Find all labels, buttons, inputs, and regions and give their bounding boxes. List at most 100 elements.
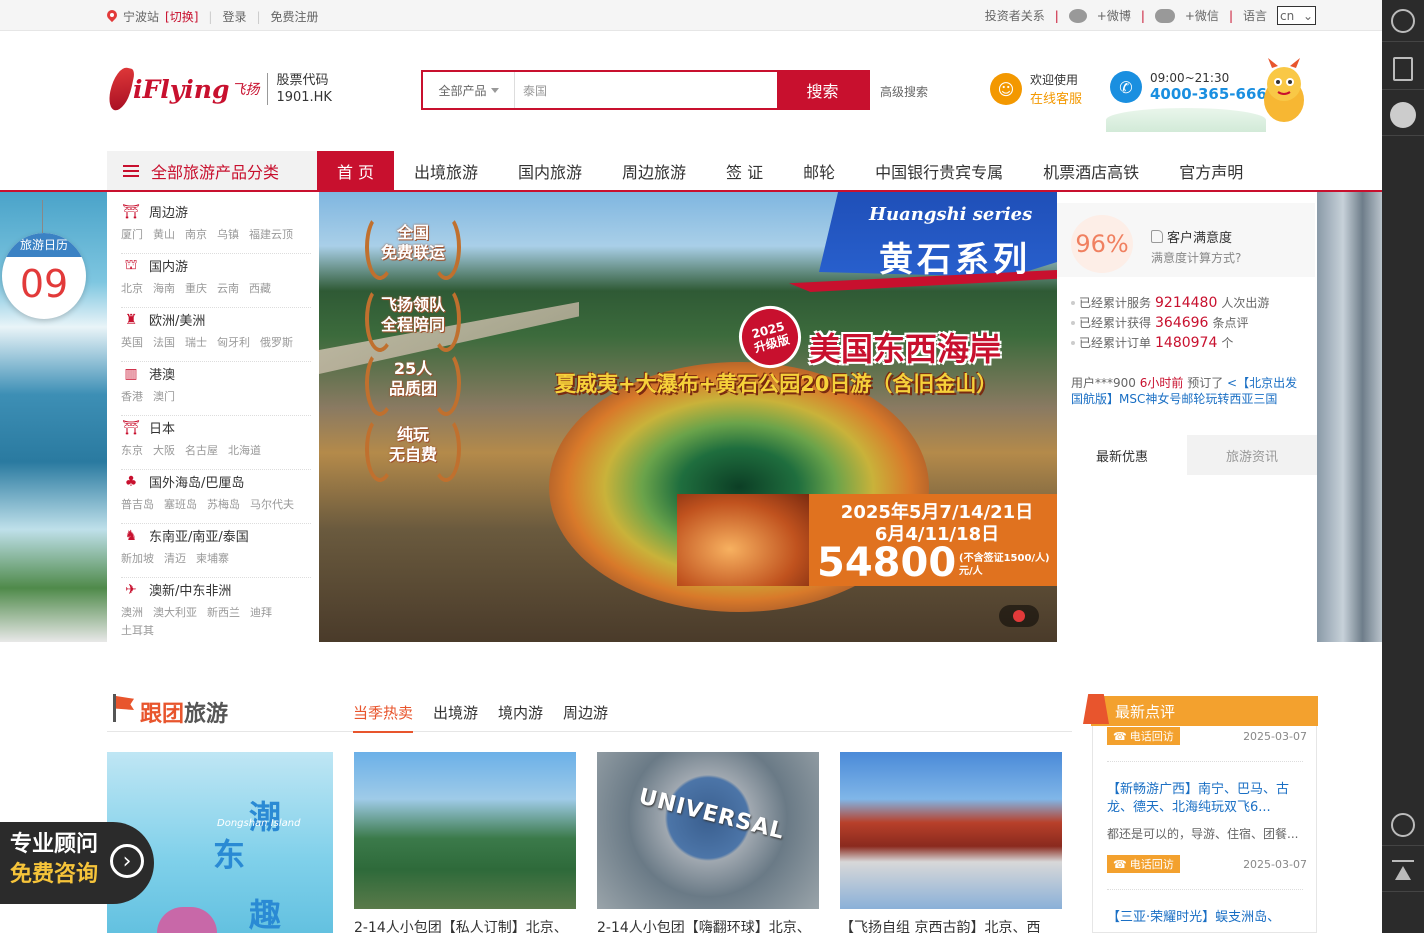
nav-visa[interactable]: 签 证 [706,151,783,190]
investor-link[interactable]: 投资者关系 [985,7,1045,24]
category-item[interactable]: ♞ 东南亚/南亚/泰国 新加坡 清迈 柬埔寨 [121,524,311,578]
category-link[interactable]: 澳大利亚 [153,604,197,620]
travel-calendar[interactable]: 旅游日历 09 [2,233,86,319]
language-label: 语言 [1242,9,1267,23]
category-link[interactable]: 新西兰 [207,604,240,620]
section-tabs: 当季热卖 出境游 境内游 周边游 [353,702,608,733]
login-link[interactable]: 登录 [222,8,246,25]
right-background-image [1317,192,1382,642]
category-item[interactable]: ♜ 欧洲/美洲 英国 法国 瑞士 匈牙利 俄罗斯 [121,308,311,362]
language-select[interactable]: cn ⌄ [1277,6,1316,25]
category-link[interactable]: 清迈 [164,550,186,566]
order-search-button[interactable] [1382,48,1424,90]
nav-domestic[interactable]: 国内旅游 [498,151,602,190]
category-link[interactable]: 马尔代夫 [250,496,294,512]
nav-nearby[interactable]: 周边旅游 [602,151,706,190]
category-link[interactable]: 新加坡 [121,550,154,566]
category-link[interactable]: 瑞士 [185,334,207,350]
tab-outbound[interactable]: 出境游 [433,702,478,733]
category-link[interactable]: 重庆 [185,280,207,296]
price-box: 2025年5月7/14/21日 6月4/11/18日 54800 (不含签证150… [677,494,1057,586]
category-link[interactable]: 苏梅岛 [207,496,240,512]
nav-flight-hotel[interactable]: 机票酒店高铁 [1023,151,1159,190]
stock-code-block: 股票代码 1901.HK [276,72,332,106]
review-body: 都还是可以的，导游、住宿、团餐... [1107,827,1299,841]
weibo-link[interactable]: +微博 [1097,7,1131,24]
category-link[interactable]: 澳洲 [121,604,143,620]
category-link[interactable]: 俄罗斯 [260,334,293,350]
tab-season-hot[interactable]: 当季热卖 [353,702,414,733]
nav-boc-vip[interactable]: 中国银行贵宾专属 [855,151,1023,190]
category-link[interactable]: 厦门 [121,226,143,242]
category-link[interactable]: 乌镇 [217,226,239,242]
user-center-button[interactable] [1382,0,1424,42]
category-item[interactable]: ▥ 港澳 香港 澳门 [121,362,311,416]
category-link[interactable]: 福建云顶 [249,226,293,242]
category-link[interactable]: 云南 [217,280,239,296]
product-image [840,752,1062,909]
category-link[interactable]: 迪拜 [250,604,272,620]
stock-label: 股票代码 [276,73,329,88]
nav-home[interactable]: 首 页 [317,151,394,190]
category-link[interactable]: 澳门 [153,388,175,404]
slider-indicator[interactable] [999,605,1039,627]
tab-domestic[interactable]: 境内游 [498,702,543,733]
search-button[interactable]: 搜索 [777,72,868,108]
category-link[interactable]: 海南 [153,280,175,296]
separator: | [256,9,261,24]
search-input[interactable]: 泰国 [515,72,777,108]
advanced-search-link[interactable]: 高级搜索 [880,83,928,100]
category-link[interactable]: 黄山 [153,226,175,242]
category-link[interactable]: 南京 [185,226,207,242]
category-link[interactable]: 大阪 [153,442,175,458]
category-item[interactable]: ⛩ 周边游 厦门 黄山 南京 乌镇 福建云顶 [121,200,311,254]
review-title-link[interactable]: 【三亚·荣耀时光】蜈支洲岛、 [1107,909,1307,927]
tab-travel-news[interactable]: 旅游资讯 [1187,435,1317,475]
nav-outbound[interactable]: 出境旅游 [394,151,498,190]
category-link[interactable]: 普吉岛 [121,496,154,512]
customer-service-button[interactable] [1382,94,1424,136]
category-link[interactable]: 东京 [121,442,143,458]
tiktok-button[interactable] [1382,804,1424,846]
category-link[interactable]: 匈牙利 [217,334,250,350]
category-link[interactable]: 北京 [121,280,143,296]
tab-latest-deals[interactable]: 最新优惠 [1057,435,1187,475]
kangaroo-icon: ✈ [125,581,137,598]
nav-cruise[interactable]: 邮轮 [783,151,855,190]
search-category-select[interactable]: 全部产品 [423,72,515,108]
category-link[interactable]: 北海道 [228,442,261,458]
category-item[interactable]: ⛩ 日本 东京 大阪 名古屋 北海道 [121,416,311,470]
category-item[interactable]: ♣ 国外海岛/巴厘岛 普吉岛 塞班岛 苏梅岛 马尔代夫 [121,470,311,524]
headset-icon: ☺ [990,73,1022,105]
category-link[interactable]: 塞班岛 [164,496,197,512]
back-to-top-button[interactable] [1382,850,1424,892]
satisfaction-help-link[interactable]: 满意度计算方式? [1151,249,1241,266]
review-title-link[interactable]: 【新畅游广西】南宁、巴马、古龙、德天、北海纯玩双飞6... [1107,781,1307,817]
online-service[interactable]: ☺ 欢迎使用 在线客服 [990,71,1082,107]
all-categories-button[interactable]: 全部旅游产品分类 [107,151,317,190]
category-link[interactable]: 香港 [121,388,143,404]
umbrella-image [157,907,217,933]
hero-banner[interactable]: 全国 免费联运 飞扬领队 全程陪同 25人 品质团 纯玩 无自费 Huangshi se… [319,192,1057,642]
product-card[interactable]: UNIVERSAL 2-14人小包团【嗨翻环球】北京、 [597,752,819,933]
wechat-link[interactable]: +微信 [1185,7,1219,24]
switch-city-link[interactable]: [切换] [165,8,198,25]
consult-button[interactable]: 专业顾问 免费咨询 › [0,822,154,904]
category-link[interactable]: 土耳其 [121,622,154,638]
nav-statement[interactable]: 官方声明 [1159,151,1263,190]
search-category-value: 全部产品 [438,83,487,98]
product-card[interactable]: 【飞扬自组 京西古韵】北京、西 [840,752,1062,933]
category-item[interactable]: ⛫ 国内游 北京 海南 重庆 云南 西藏 [121,254,311,308]
category-link[interactable]: 法国 [153,334,175,350]
latest-reviews: 最新点评 ☎ 电话回访 2025-03-07 【新畅游广西】南宁、巴马、古龙、德天… [1083,694,1318,933]
category-link[interactable]: 名古屋 [185,442,218,458]
category-link[interactable]: 西藏 [249,280,271,296]
header-decoration [1106,108,1266,132]
product-card[interactable]: 2-14人小包团【私人订制】北京、 [354,752,576,933]
site-logo[interactable]: iFlying 飞扬 股票代码 1901.HK [107,64,332,114]
tab-nearby[interactable]: 周边游 [563,702,608,733]
category-item[interactable]: ✈ 澳新/中东非洲 澳洲 澳大利亚 新西兰 迪拜 土耳其 [121,578,311,638]
register-link[interactable]: 免费注册 [271,8,319,25]
category-link[interactable]: 英国 [121,334,143,350]
category-link[interactable]: 柬埔寨 [196,550,229,566]
